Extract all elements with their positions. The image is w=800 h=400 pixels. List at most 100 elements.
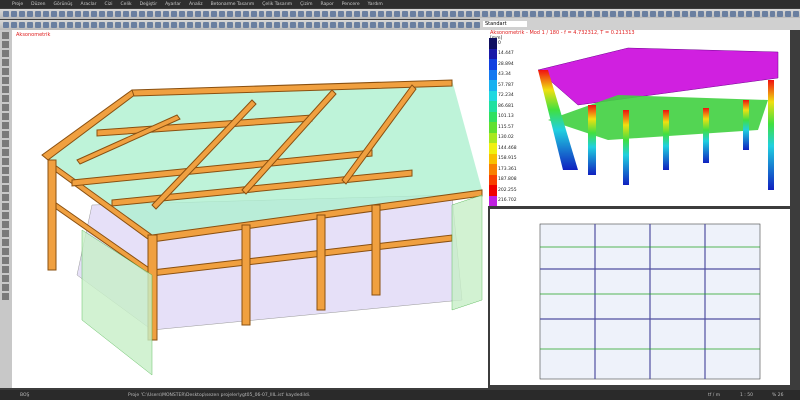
menu-item[interactable]: Cizi [105, 2, 113, 7]
toolbar-button-icon[interactable] [218, 22, 225, 28]
toolbar-button-icon[interactable] [514, 11, 520, 17]
menu-item[interactable]: Değiştir [140, 2, 158, 7]
toolbar-button-icon[interactable] [290, 22, 297, 28]
toolbar-button-icon[interactable] [274, 11, 281, 17]
toolbar-button-icon[interactable] [162, 22, 169, 28]
tool-icon[interactable] [2, 167, 9, 174]
toolbar-button-icon[interactable] [74, 11, 81, 17]
menu-item[interactable]: Celik [121, 2, 132, 7]
toolbar-button-icon[interactable] [418, 11, 425, 17]
toolbar-button-icon[interactable] [74, 22, 81, 28]
tool-icon[interactable] [2, 275, 9, 282]
menu-item[interactable]: Betonarme Tasarım [211, 2, 255, 7]
toolbar-button-icon[interactable] [282, 11, 289, 17]
toolbar-button-icon[interactable] [130, 22, 137, 28]
toolbar-button-icon[interactable] [226, 11, 233, 17]
toolbar-button-icon[interactable] [58, 11, 65, 17]
toolbar-button-icon[interactable] [154, 11, 161, 17]
toolbar-button-icon[interactable] [10, 11, 17, 17]
toolbar-button-icon[interactable] [178, 11, 185, 17]
toolbar-button-icon[interactable] [170, 22, 177, 28]
toolbar-button-icon[interactable] [130, 11, 137, 17]
toolbar-button-icon[interactable] [617, 11, 624, 17]
toolbar-button-icon[interactable] [50, 11, 57, 17]
toolbar-button-icon[interactable] [561, 11, 568, 17]
toolbar-button-icon[interactable] [362, 22, 369, 28]
toolbar-button-icon[interactable] [3, 11, 9, 17]
toolbar-button-icon[interactable] [386, 11, 393, 17]
toolbar-button-icon[interactable] [338, 11, 345, 17]
toolbar-button-icon[interactable] [434, 22, 441, 28]
toolbar-button-icon[interactable] [250, 22, 257, 28]
toolbar-button-icon[interactable] [202, 22, 209, 28]
toolbar-button-icon[interactable] [234, 22, 241, 28]
toolbar-button-icon[interactable] [114, 22, 121, 28]
tool-icon[interactable] [2, 140, 9, 147]
tool-icon[interactable] [2, 194, 9, 201]
toolbar-button-icon[interactable] [737, 11, 744, 17]
toolbar-secondary[interactable] [0, 20, 481, 30]
tool-icon[interactable] [2, 32, 9, 39]
tool-icon[interactable] [2, 149, 9, 156]
toolbar-button-icon[interactable] [785, 11, 792, 17]
toolbar-button-icon[interactable] [474, 11, 481, 17]
toolbar-button-icon[interactable] [194, 22, 201, 28]
toolbar-button-icon[interactable] [18, 22, 25, 28]
tool-icon[interactable] [2, 176, 9, 183]
tool-icon[interactable] [2, 41, 9, 48]
toolbar-button-icon[interactable] [26, 22, 33, 28]
toolbar-button-icon[interactable] [593, 11, 600, 17]
menu-item[interactable]: Pencere [342, 2, 360, 7]
toolbar-button-icon[interactable] [721, 11, 728, 17]
toolbar-button-icon[interactable] [314, 22, 321, 28]
toolbar-button-icon[interactable] [402, 22, 409, 28]
toolbar-button-icon[interactable] [266, 11, 273, 17]
toolbar-button-icon[interactable] [713, 11, 720, 17]
toolbar-button-icon[interactable] [178, 22, 185, 28]
toolbar-button-icon[interactable] [769, 11, 776, 17]
status-scale[interactable]: 1 : 50 [740, 393, 753, 398]
menu-item[interactable]: Yardım [368, 2, 383, 7]
toolbar-button-icon[interactable] [322, 11, 329, 17]
left-toolbar[interactable] [0, 30, 12, 388]
tool-icon[interactable] [2, 257, 9, 264]
toolbar-button-icon[interactable] [585, 11, 592, 17]
toolbar-button-icon[interactable] [362, 11, 369, 17]
toolbar-button-icon[interactable] [625, 11, 632, 17]
menu-item[interactable]: Rapor [320, 2, 333, 7]
toolbar-button-icon[interactable] [18, 11, 25, 17]
toolbar-button-icon[interactable] [66, 22, 73, 28]
toolbar-button-icon[interactable] [258, 22, 265, 28]
toolbar-button-icon[interactable] [26, 11, 33, 17]
tool-icon[interactable] [2, 86, 9, 93]
axonometric-viewport[interactable]: Aksonometrik [12, 30, 488, 388]
tool-icon[interactable] [2, 59, 9, 66]
toolbar-button-icon[interactable] [66, 11, 73, 17]
tool-icon[interactable] [2, 293, 9, 300]
toolbar-button-icon[interactable] [282, 22, 289, 28]
toolbar-button-icon[interactable] [402, 11, 409, 17]
status-units[interactable]: tf / m [708, 393, 720, 398]
toolbar-button-icon[interactable] [138, 11, 145, 17]
tool-icon[interactable] [2, 203, 9, 210]
mode-shape-viewport[interactable]: Aksonometrik - Mod 1 / 180 - f = 4.73231… [488, 30, 790, 206]
tool-icon[interactable] [2, 212, 9, 219]
toolbar-button-icon[interactable] [306, 11, 313, 17]
toolbar-button-icon[interactable] [138, 22, 145, 28]
toolbar-button-icon[interactable] [354, 22, 361, 28]
toolbar-button-icon[interactable] [298, 22, 305, 28]
style-select[interactable]: Standart [483, 21, 527, 27]
toolbar-button-icon[interactable] [545, 11, 552, 17]
toolbar-button-icon[interactable] [745, 11, 752, 17]
toolbar-button-icon[interactable] [689, 11, 696, 17]
menu-item[interactable]: Düzen [31, 2, 45, 7]
toolbar-button-icon[interactable] [330, 11, 337, 17]
toolbar-button-icon[interactable] [258, 11, 265, 17]
toolbar-button-icon[interactable] [346, 11, 353, 17]
toolbar-button-icon[interactable] [394, 22, 401, 28]
toolbar-button-icon[interactable] [354, 11, 361, 17]
view-tabs[interactable]: Standart [480, 18, 800, 30]
toolbar-button-icon[interactable] [490, 11, 497, 17]
toolbar-button-icon[interactable] [394, 11, 401, 17]
toolbar-button-icon[interactable] [202, 11, 209, 17]
